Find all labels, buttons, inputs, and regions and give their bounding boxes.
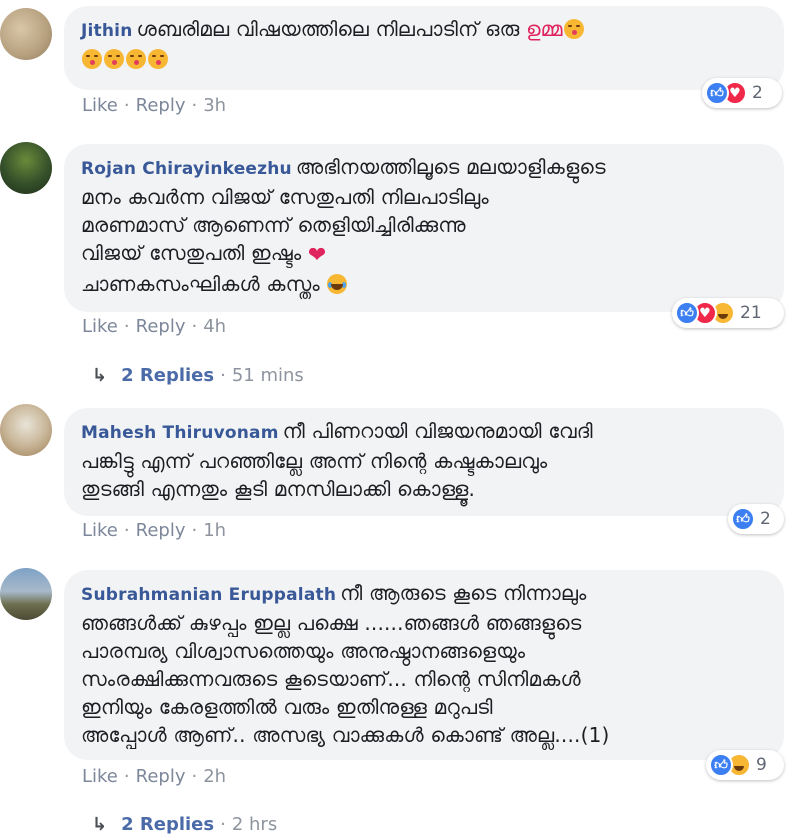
like-button[interactable]: Like — [82, 95, 118, 116]
comment-body: മനം കവർന്ന വിജയ് സേതുപതി നിലപാടിലും മരണമ… — [81, 185, 489, 237]
separator: · — [123, 766, 130, 787]
comment-timestamp[interactable]: 1h — [203, 520, 226, 541]
reply-arrow-icon: ↳ — [92, 814, 108, 835]
comment-bubble: Rojan Chirayinkeezhu അഭിനയത്തിലൂടെ മലയാളി… — [64, 144, 784, 312]
comment-body: പങ്കിട്ടു എന്ന് പറഞ്ഞില്ലേ അന്ന് നിന്റെ … — [81, 449, 548, 501]
comment-author[interactable]: Jithin — [81, 21, 133, 41]
like-button[interactable]: Like — [82, 766, 118, 787]
comment-bubble: Mahesh Thiruvonam നീ പിണറായി വിജയനുമായി വ… — [64, 408, 784, 516]
replies-timestamp: 51 mins — [231, 365, 304, 386]
separator: · — [220, 814, 226, 835]
comment-timestamp[interactable]: 2h — [203, 766, 226, 787]
avatar[interactable] — [0, 8, 52, 60]
comment-body: അഭിനയത്തിലൂടെ മലയാളികളുടെ — [295, 155, 606, 179]
separator: · — [123, 95, 130, 116]
separator: · — [123, 520, 130, 541]
reply-button[interactable]: Reply — [136, 95, 186, 116]
kiss-emoji-icon — [148, 49, 168, 69]
comment-actions: Like · Reply · 4h — [82, 316, 226, 337]
kiss-emoji-icon — [563, 19, 584, 39]
reply-button[interactable]: Reply — [136, 316, 186, 337]
separator: · — [191, 766, 198, 787]
like-button[interactable]: Like — [82, 520, 118, 541]
replies-count[interactable]: 2 Replies — [121, 814, 214, 835]
view-replies-link[interactable]: ↳ 2 Replies · 2 hrs — [92, 814, 277, 835]
comment-author[interactable]: Subrahmanian Eruppalath — [81, 585, 336, 605]
avatar[interactable] — [0, 568, 52, 620]
comment-actions: Like · Reply · 3h — [82, 95, 226, 116]
comment-body: നീ ആരുടെ കൂടെ നിന്നാലും — [340, 581, 587, 605]
separator: · — [191, 95, 198, 116]
replies-timestamp: 2 hrs — [231, 814, 278, 835]
separator: · — [191, 520, 198, 541]
comment-author[interactable]: Rojan Chirayinkeezhu — [81, 159, 292, 179]
kiss-emoji-icon — [126, 49, 146, 69]
separator: · — [191, 316, 198, 337]
separator: · — [220, 365, 226, 386]
reply-button[interactable]: Reply — [136, 520, 186, 541]
separator: · — [123, 316, 130, 337]
heart-emoji-icon: ❤ — [307, 243, 327, 268]
comment-text: Rojan Chirayinkeezhu അഭിനയത്തിലൂടെ മലയാളി… — [81, 153, 767, 298]
comment-body: വിജയ് സേതുപതി ഇഷ്ടം — [81, 241, 302, 265]
like-reaction-icon: 👍︎ — [709, 753, 733, 777]
reaction-summary[interactable]: 👍︎ 9 — [706, 750, 784, 780]
comment-timestamp[interactable]: 3h — [203, 95, 226, 116]
reaction-count: 21 — [740, 303, 762, 323]
comment-author[interactable]: Mahesh Thiruvonam — [81, 423, 279, 443]
like-button[interactable]: Like — [82, 316, 118, 337]
reaction-summary[interactable]: 👍︎ 2 — [728, 504, 784, 534]
like-reaction-icon: 👍︎ — [675, 301, 699, 325]
comment-body: നീ പിണറായി വിജയനുമായി വേദി — [282, 419, 593, 443]
reply-button[interactable]: Reply — [136, 766, 186, 787]
avatar[interactable] — [0, 404, 52, 456]
comment-body: ചാണകസംഘികൾ കസ്തം — [81, 272, 320, 296]
comment-body: ഞങ്ങൾക്ക് കുഴപ്പം ഇല്ല പക്ഷെ ......ഞങ്ങൾ… — [81, 611, 610, 747]
comment-text: Jithin ശബരിമല വിഷയത്തിലെ നിലപാടിന് ഒരു ഉമ… — [81, 15, 767, 73]
reaction-summary[interactable]: 👍︎ ♥ 21 — [672, 298, 784, 328]
comment-text: Subrahmanian Eruppalath നീ ആരുടെ കൂടെ നിന… — [81, 579, 767, 749]
reaction-count: 9 — [756, 755, 767, 775]
laughing-emoji-icon — [327, 274, 348, 294]
comment-actions: Like · Reply · 2h — [82, 766, 226, 787]
comment-actions: Like · Reply · 1h — [82, 520, 226, 541]
reaction-count: 2 — [760, 509, 771, 529]
like-reaction-icon: 👍︎ — [705, 81, 729, 105]
reply-arrow-icon: ↳ — [92, 365, 108, 386]
comment-timestamp[interactable]: 4h — [203, 316, 226, 337]
avatar[interactable] — [0, 142, 52, 194]
replies-count[interactable]: 2 Replies — [121, 365, 214, 386]
comment-text: Mahesh Thiruvonam നീ പിണറായി വിജയനുമായി വ… — [81, 417, 767, 503]
comment-body: ശബരിമല വിഷയത്തിലെ നിലപാടിന് ഒരു — [136, 17, 527, 41]
comment-highlight: ഉമ്മ — [526, 17, 563, 41]
view-replies-link[interactable]: ↳ 2 Replies · 51 mins — [92, 365, 304, 386]
reaction-summary[interactable]: 👍︎ ♥ 2 — [702, 78, 782, 108]
like-reaction-icon: 👍︎ — [731, 507, 755, 531]
comment-bubble: Subrahmanian Eruppalath നീ ആരുടെ കൂടെ നിന… — [64, 570, 784, 760]
kiss-emoji-icon — [82, 49, 102, 69]
comment-bubble: Jithin ശബരിമല വിഷയത്തിലെ നിലപാടിന് ഒരു ഉമ… — [64, 6, 784, 90]
kiss-emoji-icon — [104, 49, 124, 69]
reaction-count: 2 — [752, 83, 763, 103]
